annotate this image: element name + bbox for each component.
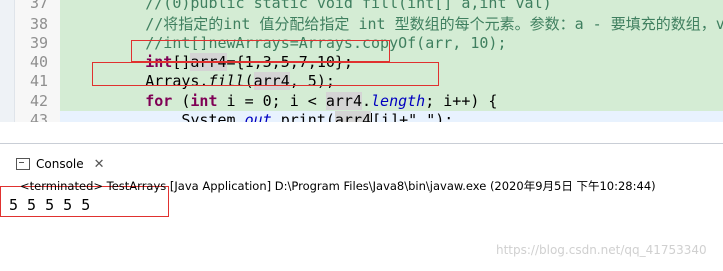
code-line[interactable]: 39 //int[]newArrays=Arrays.copyOf(arr, 1… — [0, 34, 723, 53]
line-number: 43 — [30, 111, 49, 122]
static-field: length — [371, 92, 426, 110]
variable-arr4: arr4 — [253, 72, 290, 90]
console-tab-bar: Console ✕ — [0, 144, 723, 172]
keyword: for — [145, 92, 173, 110]
console-output[interactable]: 5 5 5 5 5 — [9, 196, 90, 215]
code-token: [i]+" "); — [372, 111, 454, 122]
code-text: //int[]newArrays=Arrays.copyOf(arr, 10); — [73, 34, 506, 53]
code-text: System.out.print(arr4[i]+" "); — [73, 111, 453, 122]
code-line[interactable]: 43 System.out.print(arr4[i]+" "); — [0, 111, 723, 122]
code-text: //(0)public static void fill(int[] a,int… — [73, 0, 552, 13]
code-token: ( — [172, 92, 191, 110]
line-number: 39 — [30, 34, 49, 52]
code-line[interactable]: 40 int[]arr4={1,3,5,7,10}; — [0, 53, 723, 72]
code-token: System. — [73, 111, 245, 122]
code-line[interactable]: 42 for (int i = 0; i < arr4.length; i++)… — [0, 92, 723, 111]
keyword: int — [190, 92, 218, 110]
code-line[interactable]: 41 Arrays.fill(arr4, 5); — [0, 72, 723, 91]
console-tab-label: Console — [36, 157, 84, 171]
code-editor[interactable]: 37 //(0)public static void fill(int[] a,… — [0, 0, 723, 122]
watermark-text: https://blog.csdn.net/qq_41753340 — [496, 243, 707, 257]
comment: //(0)public static void fill(int[] a,int… — [145, 0, 552, 12]
code-token: . — [362, 92, 372, 110]
static-field: out — [244, 111, 272, 122]
code-token: i = 0; i < — [217, 92, 326, 110]
code-line[interactable]: 38 //将指定的int 值分配给指定 int 型数组的每个元素。参数：a - … — [0, 15, 723, 34]
console-status-line: <terminated> TestArrays [Java Applicatio… — [20, 179, 656, 193]
code-text: Arrays.fill(arr4, 5); — [73, 72, 335, 91]
line-number: 37 — [30, 0, 49, 12]
comment: //将指定的int 值分配给指定 int 型数组的每个元素。参数：a - 要填充… — [145, 15, 723, 33]
console-icon — [16, 158, 30, 170]
line-number: 38 — [30, 15, 49, 33]
static-method: fill — [208, 72, 245, 90]
code-token: .print( — [271, 111, 335, 122]
close-icon[interactable]: ✕ — [94, 157, 105, 172]
code-token: [] — [172, 53, 191, 71]
code-token: ; i++) { — [425, 92, 498, 110]
line-number: 40 — [30, 53, 49, 71]
code-token: , 5); — [289, 72, 335, 90]
code-token: ={1,3,5,7,10}; — [226, 53, 353, 71]
line-number: 42 — [30, 92, 49, 110]
code-text: //将指定的int 值分配给指定 int 型数组的每个元素。参数：a - 要填充… — [73, 15, 723, 34]
code-line[interactable]: 37 //(0)public static void fill(int[] a,… — [0, 0, 723, 13]
tab-console[interactable]: Console ✕ — [16, 154, 105, 174]
variable-arr4: arr4 — [190, 53, 227, 71]
code-token: ( — [244, 72, 254, 90]
code-token: Arrays. — [73, 72, 209, 90]
comment: //int[]newArrays=Arrays.copyOf(arr, 10); — [145, 34, 507, 52]
keyword: int — [145, 53, 173, 71]
line-number: 41 — [30, 72, 49, 90]
variable-arr4: arr4 — [325, 92, 362, 110]
variable-arr4: arr4 — [334, 111, 372, 122]
code-text: for (int i = 0; i < arr4.length; i++) { — [73, 92, 497, 111]
code-text: int[]arr4={1,3,5,7,10}; — [73, 53, 353, 72]
